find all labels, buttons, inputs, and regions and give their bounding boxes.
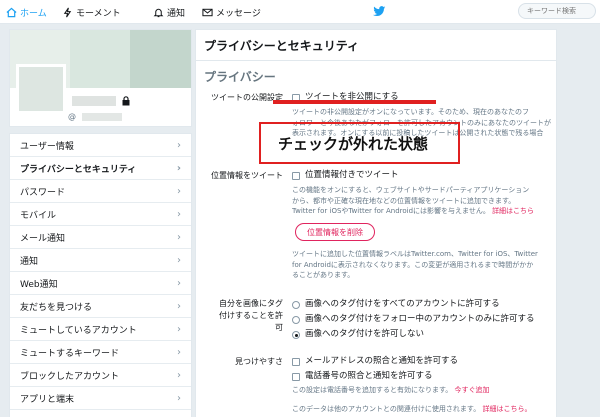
sidebar-item-label: ブロックしたアカウント (20, 371, 120, 382)
tagging-all-label[interactable]: 画像へのタグ付けをすべてのアカウントに許可する (305, 299, 500, 310)
nav-messages[interactable]: メッセージ (202, 5, 261, 19)
redacted-display-name (72, 96, 116, 106)
discoverability-label: 見つけやすさ (235, 357, 283, 366)
divider (196, 60, 556, 61)
sidebar-item-label: メール通知 (20, 233, 66, 244)
sidebar-item-label: ミュートするキーワード (20, 348, 120, 359)
section-title-privacy: プライバシー (204, 70, 276, 84)
chevron-right-icon: › (177, 139, 181, 151)
nav-home-label: ホーム (20, 8, 47, 19)
sidebar-item-privacy-security[interactable]: プライバシーとセキュリティ › (10, 157, 191, 180)
tagging-none-label[interactable]: 画像へのタグ付けを許可しない (305, 329, 424, 340)
discoverability-data-help: このデータは他のアカウントとの関連付けに使用されます。 詳細はこちら。 (292, 405, 532, 413)
tweet-privacy-label: ツイートの公開設定 (211, 93, 283, 102)
nav-moments-label: モーメント (76, 8, 121, 19)
phone-discoverability-help: この設定は電話番号を追加すると有効になります。 今すぐ追加 (292, 386, 490, 394)
nav-messages-label: メッセージ (216, 8, 261, 19)
sidebar-item-muted-accounts[interactable]: ミュートしているアカウント › (10, 318, 191, 341)
photo-tagging-label: 自分を画像にタグ 付けすることを許 可 (219, 299, 283, 332)
sidebar-item-notifications[interactable]: 通知 › (10, 249, 191, 272)
email-discoverability-checkbox[interactable] (292, 358, 300, 366)
discoverability-learn-more-link[interactable]: 詳細はこちら。 (482, 405, 531, 413)
chevron-right-icon: › (177, 208, 181, 220)
tagging-following-label[interactable]: 画像へのタグ付けをフォロー中のアカウントのみに許可する (305, 314, 535, 325)
location-label: 位置情報をツイート (211, 171, 283, 180)
tweet-location-help: この機能をオンにすると、ウェブサイトやサードパーティアプリケーション から、都市… (292, 186, 535, 215)
phone-discoverability-label[interactable]: 電話番号の照合と通知を許可する (305, 371, 433, 382)
chevron-right-icon: › (176, 162, 181, 174)
annotation-text: チェックが外れた状態 (278, 135, 429, 153)
profile-handle-prefix: @ (68, 112, 76, 121)
sidebar-item-label: ユーザー情報 (20, 141, 74, 152)
redacted-handle (82, 113, 122, 121)
top-navigation-bar: ホーム モーメント 通知 メッセージ (0, 0, 600, 24)
sidebar-item-web-notifications[interactable]: Web通知 › (10, 272, 191, 295)
phone-discoverability-checkbox[interactable] (292, 373, 300, 381)
avatar[interactable] (16, 64, 66, 114)
delete-location-button[interactable]: 位置情報を削除 (295, 223, 375, 241)
lock-icon (122, 96, 130, 106)
sidebar-item-password[interactable]: パスワード › (10, 180, 191, 203)
chevron-right-icon: › (177, 323, 181, 335)
sidebar-item-label: アプリと端末 (20, 394, 75, 405)
chevron-right-icon: › (177, 254, 181, 266)
location-delete-note: ツイートに追加した位置情報ラベルはTwitter.com、Twitter for… (292, 250, 538, 279)
sidebar-item-blocked-accounts[interactable]: ブロックしたアカウント › (10, 364, 191, 387)
sidebar-item-find-friends[interactable]: 友だちを見つける › (10, 295, 191, 318)
location-learn-more-link[interactable]: 詳細はこちら (492, 207, 534, 215)
email-discoverability-label[interactable]: メールアドレスの照合と通知を許可する (305, 356, 458, 367)
search-input[interactable] (518, 3, 596, 19)
sidebar-item-label: 友だちを見つける (20, 302, 93, 313)
sidebar-item-label: パスワード (20, 187, 66, 198)
chevron-right-icon: › (177, 277, 181, 289)
add-phone-link[interactable]: 今すぐ追加 (455, 386, 490, 394)
chevron-right-icon: › (177, 369, 181, 381)
nav-moments[interactable]: モーメント (62, 5, 121, 19)
lightning-icon (63, 7, 72, 17)
chevron-right-icon: › (177, 300, 181, 312)
envelope-icon (202, 8, 213, 16)
nav-notifications[interactable]: 通知 (153, 5, 185, 19)
sidebar-item-muted-words[interactable]: ミュートするキーワード › (10, 341, 191, 364)
sidebar-item-label: モバイル (20, 210, 57, 221)
profile-card[interactable]: @ (9, 29, 192, 127)
tagging-following-radio[interactable] (292, 316, 300, 324)
sidebar-item-label: Web通知 (20, 279, 58, 290)
sidebar-item-label: プライバシーとセキュリティ (20, 164, 137, 175)
annotation-underline (273, 100, 436, 104)
chevron-right-icon: › (177, 185, 181, 197)
sidebar-item-email-notifications[interactable]: メール通知 › (10, 226, 191, 249)
sidebar-item-account[interactable]: ユーザー情報 › (10, 134, 191, 157)
tagging-none-radio[interactable] (292, 331, 300, 339)
tweet-location-checkbox[interactable] (292, 172, 300, 180)
sidebar-item-label: 通知 (20, 256, 39, 267)
twitter-bird-logo-icon[interactable] (373, 6, 386, 17)
bell-icon (153, 8, 164, 17)
home-icon (6, 7, 17, 17)
chevron-right-icon: › (177, 231, 181, 243)
tweet-location-label[interactable]: 位置情報付きでツイート (305, 170, 399, 181)
chevron-right-icon: › (177, 346, 181, 358)
sidebar-item-label: ミュートしているアカウント (20, 325, 137, 336)
settings-sidebar: ユーザー情報 › プライバシーとセキュリティ › パスワード › モバイル › メール通… (9, 133, 192, 417)
settings-content-panel: プライバシーとセキュリティ プライバシー ツイートの公開設定 ツイートを非公開に… (195, 29, 557, 417)
sidebar-item-mobile[interactable]: モバイル › (10, 203, 191, 226)
nav-home[interactable]: ホーム (6, 5, 47, 19)
page-title: プライバシーとセキュリティ (204, 39, 360, 53)
tagging-all-radio[interactable] (292, 301, 300, 309)
sidebar-item-apps-devices[interactable]: アプリと端末 › (10, 387, 191, 410)
chevron-right-icon: › (177, 392, 181, 404)
nav-notifications-label: 通知 (167, 8, 186, 19)
